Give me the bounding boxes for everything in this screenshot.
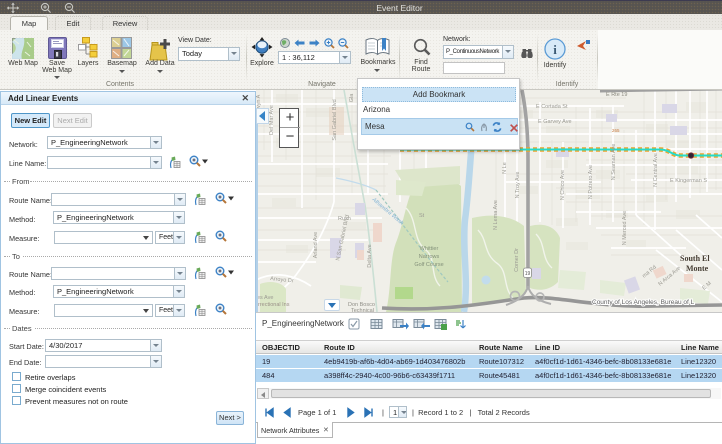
svg-text:Monte: Monte (686, 264, 709, 273)
svg-text:N Merced Ave: N Merced Ave (622, 211, 628, 245)
svg-text:E Rte 19: E Rte 19 (606, 92, 627, 98)
svg-text:South El: South El (680, 254, 710, 263)
svg-text:Del Mar Ave: Del Mar Ave (269, 105, 275, 135)
svg-text:E Cortada St: E Cortada St (536, 104, 568, 110)
svg-text:N Le: N Le (502, 162, 508, 174)
svg-text:265: 265 (612, 128, 620, 133)
svg-text:rrectional Ins: rrectional Ins (258, 302, 290, 308)
svg-text:Delta Ave: Delta Ave (367, 244, 373, 267)
svg-text:Rush: Rush (338, 216, 351, 222)
svg-text:es Ave: es Ave (257, 295, 273, 301)
svg-text:N Potrero Ave: N Potrero Ave (588, 165, 594, 199)
svg-text:San Gabriel Blvd: San Gabriel Blvd (332, 99, 338, 140)
svg-text:County of Los Angeles, Bureau: County of Los Angeles, Bureau of L (592, 299, 695, 306)
svg-text:E Garvey Ave: E Garvey Ave (538, 119, 572, 125)
svg-text:Narrows: Narrows (419, 254, 440, 260)
svg-text:Golf Course: Golf Course (414, 262, 443, 268)
svg-text:E Kingerman S: E Kingerman S (670, 178, 707, 184)
svg-text:N Central Ave: N Central Ave (653, 153, 659, 187)
svg-text:N Troy Ave: N Troy Ave (515, 172, 521, 199)
svg-text:i: i (553, 42, 557, 57)
svg-text:St: St (419, 213, 425, 219)
svg-text:Comer Dr: Comer Dr (514, 248, 520, 272)
svg-text:Whittier: Whittier (420, 246, 439, 252)
svg-text:Arland Ave: Arland Ave (313, 232, 319, 259)
svg-text:N Lema Ave: N Lema Ave (493, 200, 499, 230)
svg-text:N Chico Ave: N Chico Ave (560, 170, 566, 200)
svg-text:Gla: Gla (349, 93, 355, 103)
svg-text:N Seaman Ave: N Seaman Ave (611, 144, 617, 181)
svg-text:19: 19 (525, 271, 531, 277)
